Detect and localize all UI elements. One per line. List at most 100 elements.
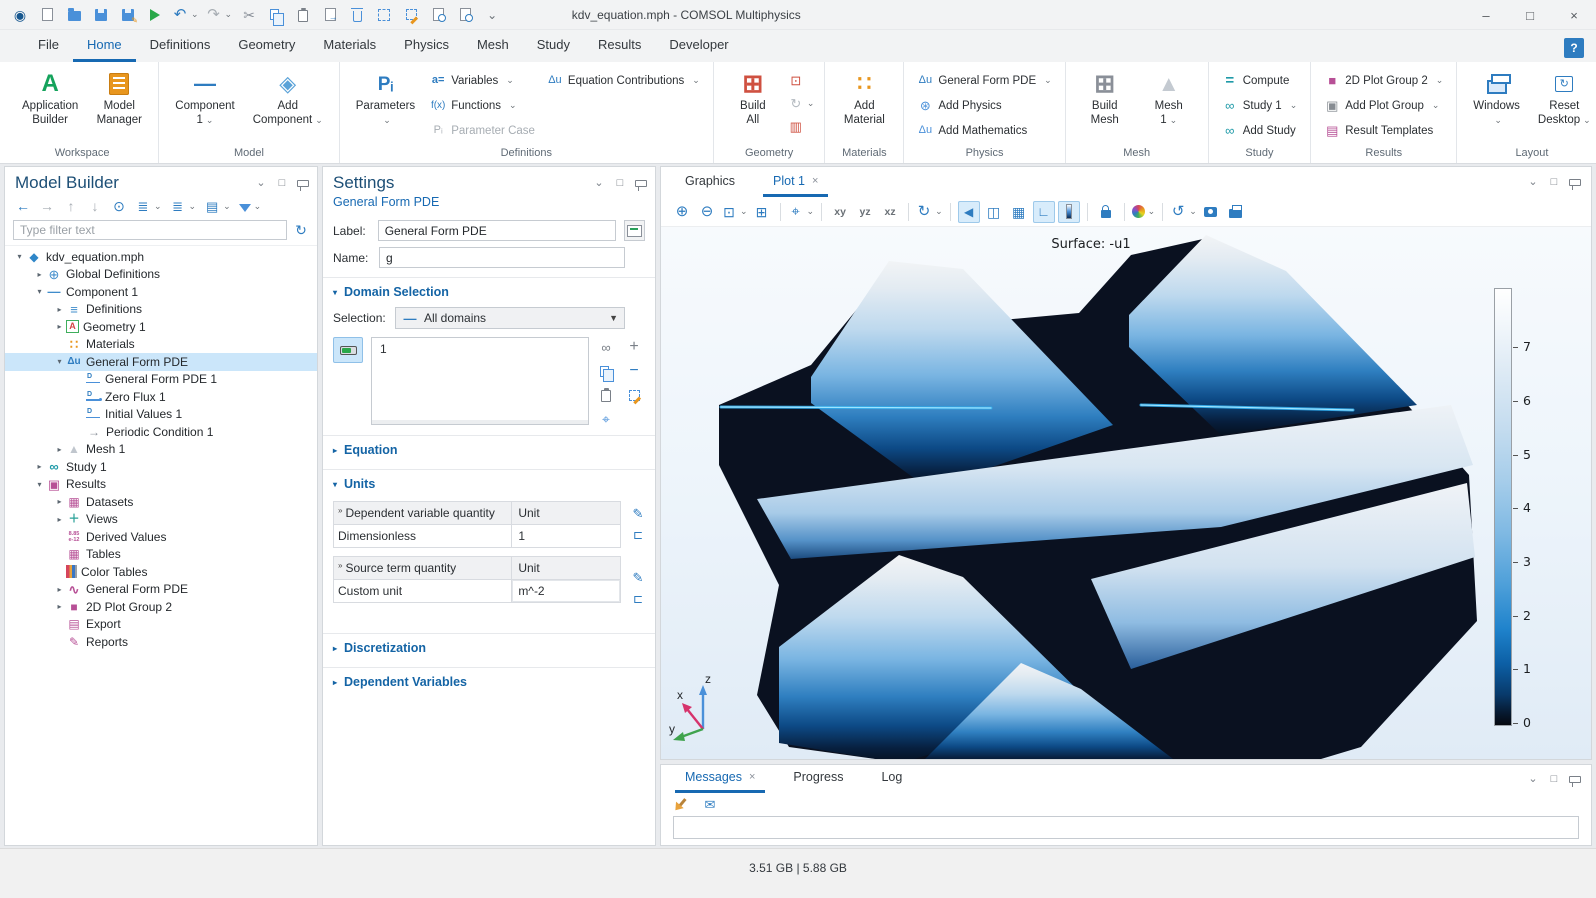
tree-item-export[interactable]: ▤Export	[5, 616, 317, 634]
add-component-button[interactable]: ◈AddComponent⌄	[247, 67, 329, 129]
tree-item-mesh-1[interactable]: ▸▲Mesh 1	[5, 441, 317, 459]
refresh-icon[interactable]: ↻	[293, 223, 309, 238]
tab-plot-1[interactable]: Plot 1×	[763, 168, 828, 197]
functions-button[interactable]: f(x)Functions⌄	[427, 94, 538, 117]
show-button[interactable]: ⊙	[109, 197, 129, 215]
component-1-button[interactable]: —Component1⌄	[169, 67, 240, 129]
filter-button[interactable]: ⌄	[237, 197, 264, 215]
remove-from-selection-button[interactable]: −	[625, 363, 643, 379]
panel-menu-icon[interactable]: ⌄	[593, 176, 605, 191]
comsol-logo-button[interactable]: ◉	[10, 4, 30, 26]
ribbon-tab-study[interactable]: Study	[523, 31, 584, 62]
update-geometry-button[interactable]: ↻⌄	[788, 93, 815, 113]
study-1-button[interactable]: ∞Study 1⌄	[1219, 94, 1301, 117]
unit-input-cell[interactable]: m^-2	[511, 580, 620, 602]
ribbon-tab-mesh[interactable]: Mesh	[463, 31, 523, 62]
tree-item-views[interactable]: ▸＋Views	[5, 511, 317, 529]
run-button[interactable]	[145, 4, 165, 26]
zoom-to-selection-button[interactable]: ⌖	[597, 411, 615, 427]
add-physics-button[interactable]: ⊛Add Physics	[914, 94, 1054, 117]
result-templates-button[interactable]: ▤Result Templates	[1321, 119, 1446, 142]
clear-messages-button[interactable]	[673, 796, 691, 812]
view-xy-button[interactable]: xy	[829, 201, 851, 223]
clear-selection-button[interactable]	[625, 387, 643, 403]
view-yz-button[interactable]: yz	[854, 201, 876, 223]
tree-item-study-1[interactable]: ▸∞Study 1	[5, 458, 317, 476]
scene-light-button[interactable]: ◀	[958, 201, 980, 223]
tree-expand-icon[interactable]: ▸	[33, 270, 46, 279]
active-toggle-button[interactable]	[333, 337, 363, 363]
insert-sequence-button[interactable]: ⊡	[788, 70, 815, 90]
tree-expand-icon[interactable]: ▸	[53, 515, 66, 524]
qat-more-button[interactable]: ⌄	[482, 4, 502, 26]
ribbon-tab-home[interactable]: Home	[73, 31, 136, 62]
add-study-button[interactable]: ∞Add Study	[1219, 119, 1301, 142]
color-palette-button[interactable]: ⌄	[1132, 201, 1156, 223]
add-material-button[interactable]: ∷AddMaterial	[835, 67, 893, 129]
panel-pin-icon[interactable]	[1569, 776, 1581, 783]
tree-item-color-tables[interactable]: Color Tables	[5, 563, 317, 581]
move-down-button[interactable]: ↓	[85, 197, 105, 215]
messages-content[interactable]	[673, 816, 1579, 839]
select-box-button[interactable]	[374, 4, 394, 26]
section-dependent-variables[interactable]: ▸ Dependent Variables	[323, 667, 655, 695]
panel-pin-icon[interactable]	[1569, 179, 1581, 186]
transparency-button[interactable]: ◫	[983, 201, 1005, 223]
windows-button[interactable]: Windows⌄	[1467, 67, 1526, 129]
tree-expand-icon[interactable]: ▸	[53, 305, 66, 314]
build-all-button[interactable]: ⊞BuildAll	[724, 67, 782, 129]
tree-item-tables[interactable]: ▦Tables	[5, 546, 317, 564]
ribbon-tab-physics[interactable]: Physics	[390, 31, 463, 62]
tab-progress[interactable]: Progress	[783, 764, 853, 793]
table-cell[interactable]: Custom unit	[334, 580, 511, 602]
find-button[interactable]	[428, 4, 448, 26]
panel-float-icon[interactable]: □	[1548, 772, 1560, 787]
virtual-operations-button[interactable]: ▥	[788, 116, 815, 136]
lock-view-button[interactable]	[1095, 201, 1117, 223]
section-equation[interactable]: ▸ Equation	[323, 435, 655, 463]
compute-button[interactable]: =Compute	[1219, 69, 1301, 92]
cut-button[interactable]: ✂	[239, 4, 259, 26]
create-selection-button[interactable]: ∞	[597, 339, 615, 355]
close-button[interactable]: ×	[1552, 0, 1596, 30]
table-cell[interactable]: Dimensionless	[334, 525, 511, 547]
tree-item-general-form-pde[interactable]: ▾ΔuGeneral Form PDE	[5, 353, 317, 371]
preview-button[interactable]	[455, 4, 475, 26]
maximize-button[interactable]: □	[1508, 0, 1552, 30]
tab-log[interactable]: Log	[871, 764, 912, 793]
zoom-box-button[interactable]: ⊡⌄	[721, 201, 748, 223]
panel-menu-icon[interactable]: ⌄	[1527, 175, 1539, 190]
tree-expand-icon[interactable]: ▸	[53, 602, 66, 611]
application-builder-button[interactable]: AApplicationBuilder	[16, 67, 84, 129]
help-button[interactable]: ?	[1564, 38, 1584, 58]
print-button[interactable]	[1225, 201, 1247, 223]
tree-item-general-form-pde[interactable]: ▸∿General Form PDE	[5, 581, 317, 599]
paste-selection-button[interactable]	[597, 387, 615, 403]
tree-item-geometry-1[interactable]: ▸AGeometry 1	[5, 318, 317, 336]
tree-filter-input[interactable]	[13, 220, 287, 240]
copy-button[interactable]	[266, 4, 286, 26]
redo-button[interactable]: ↷⌄	[206, 4, 233, 26]
section-discretization[interactable]: ▸ Discretization	[323, 633, 655, 661]
edit-quantity-button[interactable]: ✎	[629, 569, 647, 585]
open-message-window-button[interactable]: ✉	[701, 796, 719, 812]
ribbon-tab-results[interactable]: Results	[584, 31, 655, 62]
tree-collapse-icon[interactable]: ▾	[53, 357, 66, 366]
general-form-pde-button[interactable]: ΔuGeneral Form PDE⌄	[914, 69, 1054, 92]
rotate-button[interactable]: ↻⌄	[916, 201, 943, 223]
tree-collapse-icon[interactable]: ▾	[33, 480, 46, 489]
close-tab-icon[interactable]: ×	[812, 175, 818, 187]
tree-item-datasets[interactable]: ▸▦Datasets	[5, 493, 317, 511]
tree-item-periodic-condition-1[interactable]: →Periodic Condition 1	[5, 423, 317, 441]
tree-item-kdv-equation-mph[interactable]: ▾◆kdv_equation.mph	[5, 248, 317, 266]
tree-item-global-definitions[interactable]: ▸⊕Global Definitions	[5, 266, 317, 284]
tab-messages[interactable]: Messages×	[675, 764, 765, 793]
expand-columns-icon[interactable]: »	[338, 506, 342, 515]
plot-canvas[interactable]: Surface: -u1	[661, 227, 1591, 759]
tree-item-zero-flux-1[interactable]: DZero Flux 1	[5, 388, 317, 406]
close-tab-icon[interactable]: ×	[749, 771, 755, 783]
panel-menu-icon[interactable]: ⌄	[255, 176, 267, 191]
grid-button[interactable]: ▦	[1008, 201, 1030, 223]
ribbon-tab-developer[interactable]: Developer	[655, 31, 742, 62]
table-cell[interactable]: 1	[511, 525, 620, 547]
